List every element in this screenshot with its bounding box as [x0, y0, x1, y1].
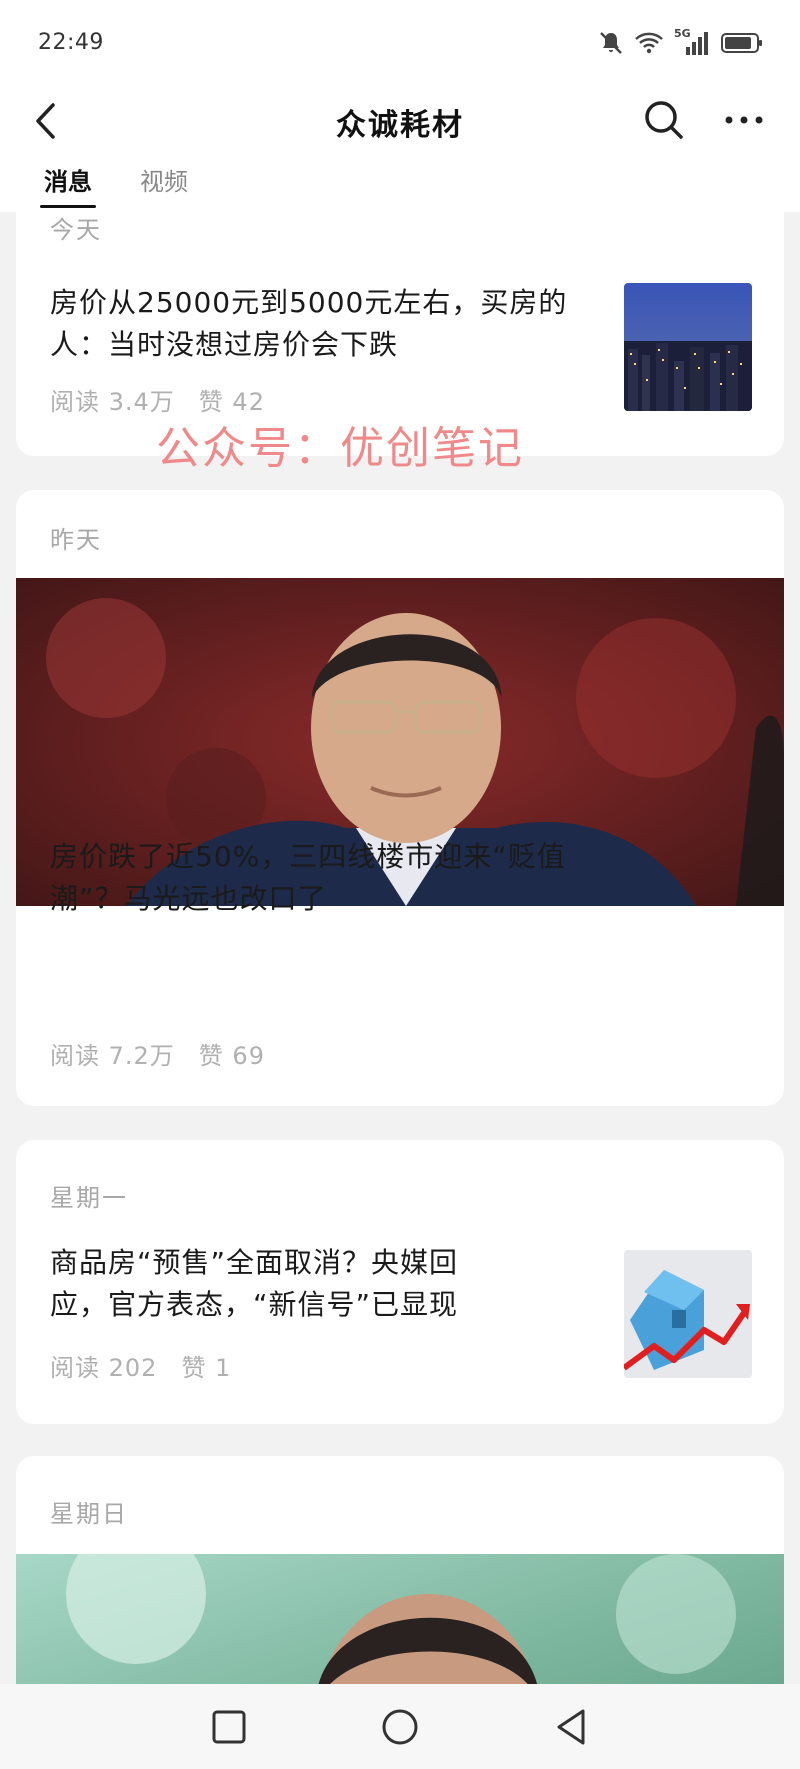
square-icon	[212, 1710, 246, 1744]
status-time: 22:49	[38, 30, 104, 55]
more-options-button[interactable]	[718, 94, 770, 146]
article-title[interactable]: 房价跌了近50%，三四线楼市迎来“贬值 潮”？马光远也改口了	[50, 836, 566, 920]
signal-5g-icon: 5G	[674, 27, 710, 57]
system-nav-bar	[0, 1684, 800, 1769]
article-meta: 阅读 202 赞 1	[50, 1348, 231, 1383]
feed-card-yesterday[interactable]: 昨天 房价跌了近50%，三四线楼市迎来“贬值 潮”？马光远也改口了 阅读 7.2…	[16, 490, 784, 1106]
like-count: 赞 1	[181, 1354, 232, 1382]
recent-apps-button[interactable]	[204, 1702, 254, 1752]
battery-icon	[721, 33, 762, 53]
tab-messages-label: 消息	[44, 168, 92, 196]
status-bar: 22:49 5G	[0, 0, 800, 90]
watermark-text: 公众号：优创笔记	[156, 423, 524, 474]
status-icons: 5G	[598, 27, 764, 58]
home-button[interactable]	[375, 1702, 425, 1752]
wifi-icon	[635, 32, 663, 54]
back-nav-button[interactable]	[546, 1702, 596, 1752]
date-label: 星期一	[50, 1184, 128, 1212]
mute-bell-icon	[600, 32, 622, 54]
triangle-back-icon	[557, 1709, 585, 1745]
tab-videos[interactable]: 视频	[140, 162, 188, 206]
screen: 22:49 5G 众诚耗材 消息 视频 今天 房价从25000元到5000元左右…	[0, 0, 800, 1769]
read-count: 阅读 7.2万	[50, 1042, 175, 1070]
article-title[interactable]: 房价从25000元到5000元左右，买房的 人：当时没想过房价会下跌	[50, 282, 570, 366]
date-label: 昨天	[50, 526, 102, 554]
circle-icon	[382, 1709, 418, 1745]
more-dots-icon	[725, 116, 763, 124]
article-title[interactable]: 商品房“预售”全面取消？央媒回 应，官方表态，“新信号”已显现	[50, 1242, 570, 1326]
tab-messages[interactable]: 消息	[40, 162, 96, 208]
search-icon	[645, 101, 683, 139]
feed-card-monday[interactable]: 星期一 商品房“预售”全面取消？央媒回 应，官方表态，“新信号”已显现 阅读 2…	[16, 1140, 784, 1424]
header-bar: 众诚耗材	[0, 80, 800, 166]
date-label: 星期日	[50, 1500, 128, 1528]
city-night-thumbnail[interactable]	[624, 283, 752, 411]
article-meta: 阅读 7.2万赞 69	[50, 1036, 265, 1071]
house-chart-thumbnail[interactable]	[624, 1250, 752, 1378]
read-count: 阅读 202	[50, 1354, 158, 1382]
tab-bar: 消息 视频	[0, 160, 800, 212]
date-label: 今天	[50, 216, 102, 244]
tab-videos-label: 视频	[140, 168, 188, 196]
like-count: 赞 69	[198, 1042, 265, 1070]
search-button[interactable]	[640, 94, 688, 146]
